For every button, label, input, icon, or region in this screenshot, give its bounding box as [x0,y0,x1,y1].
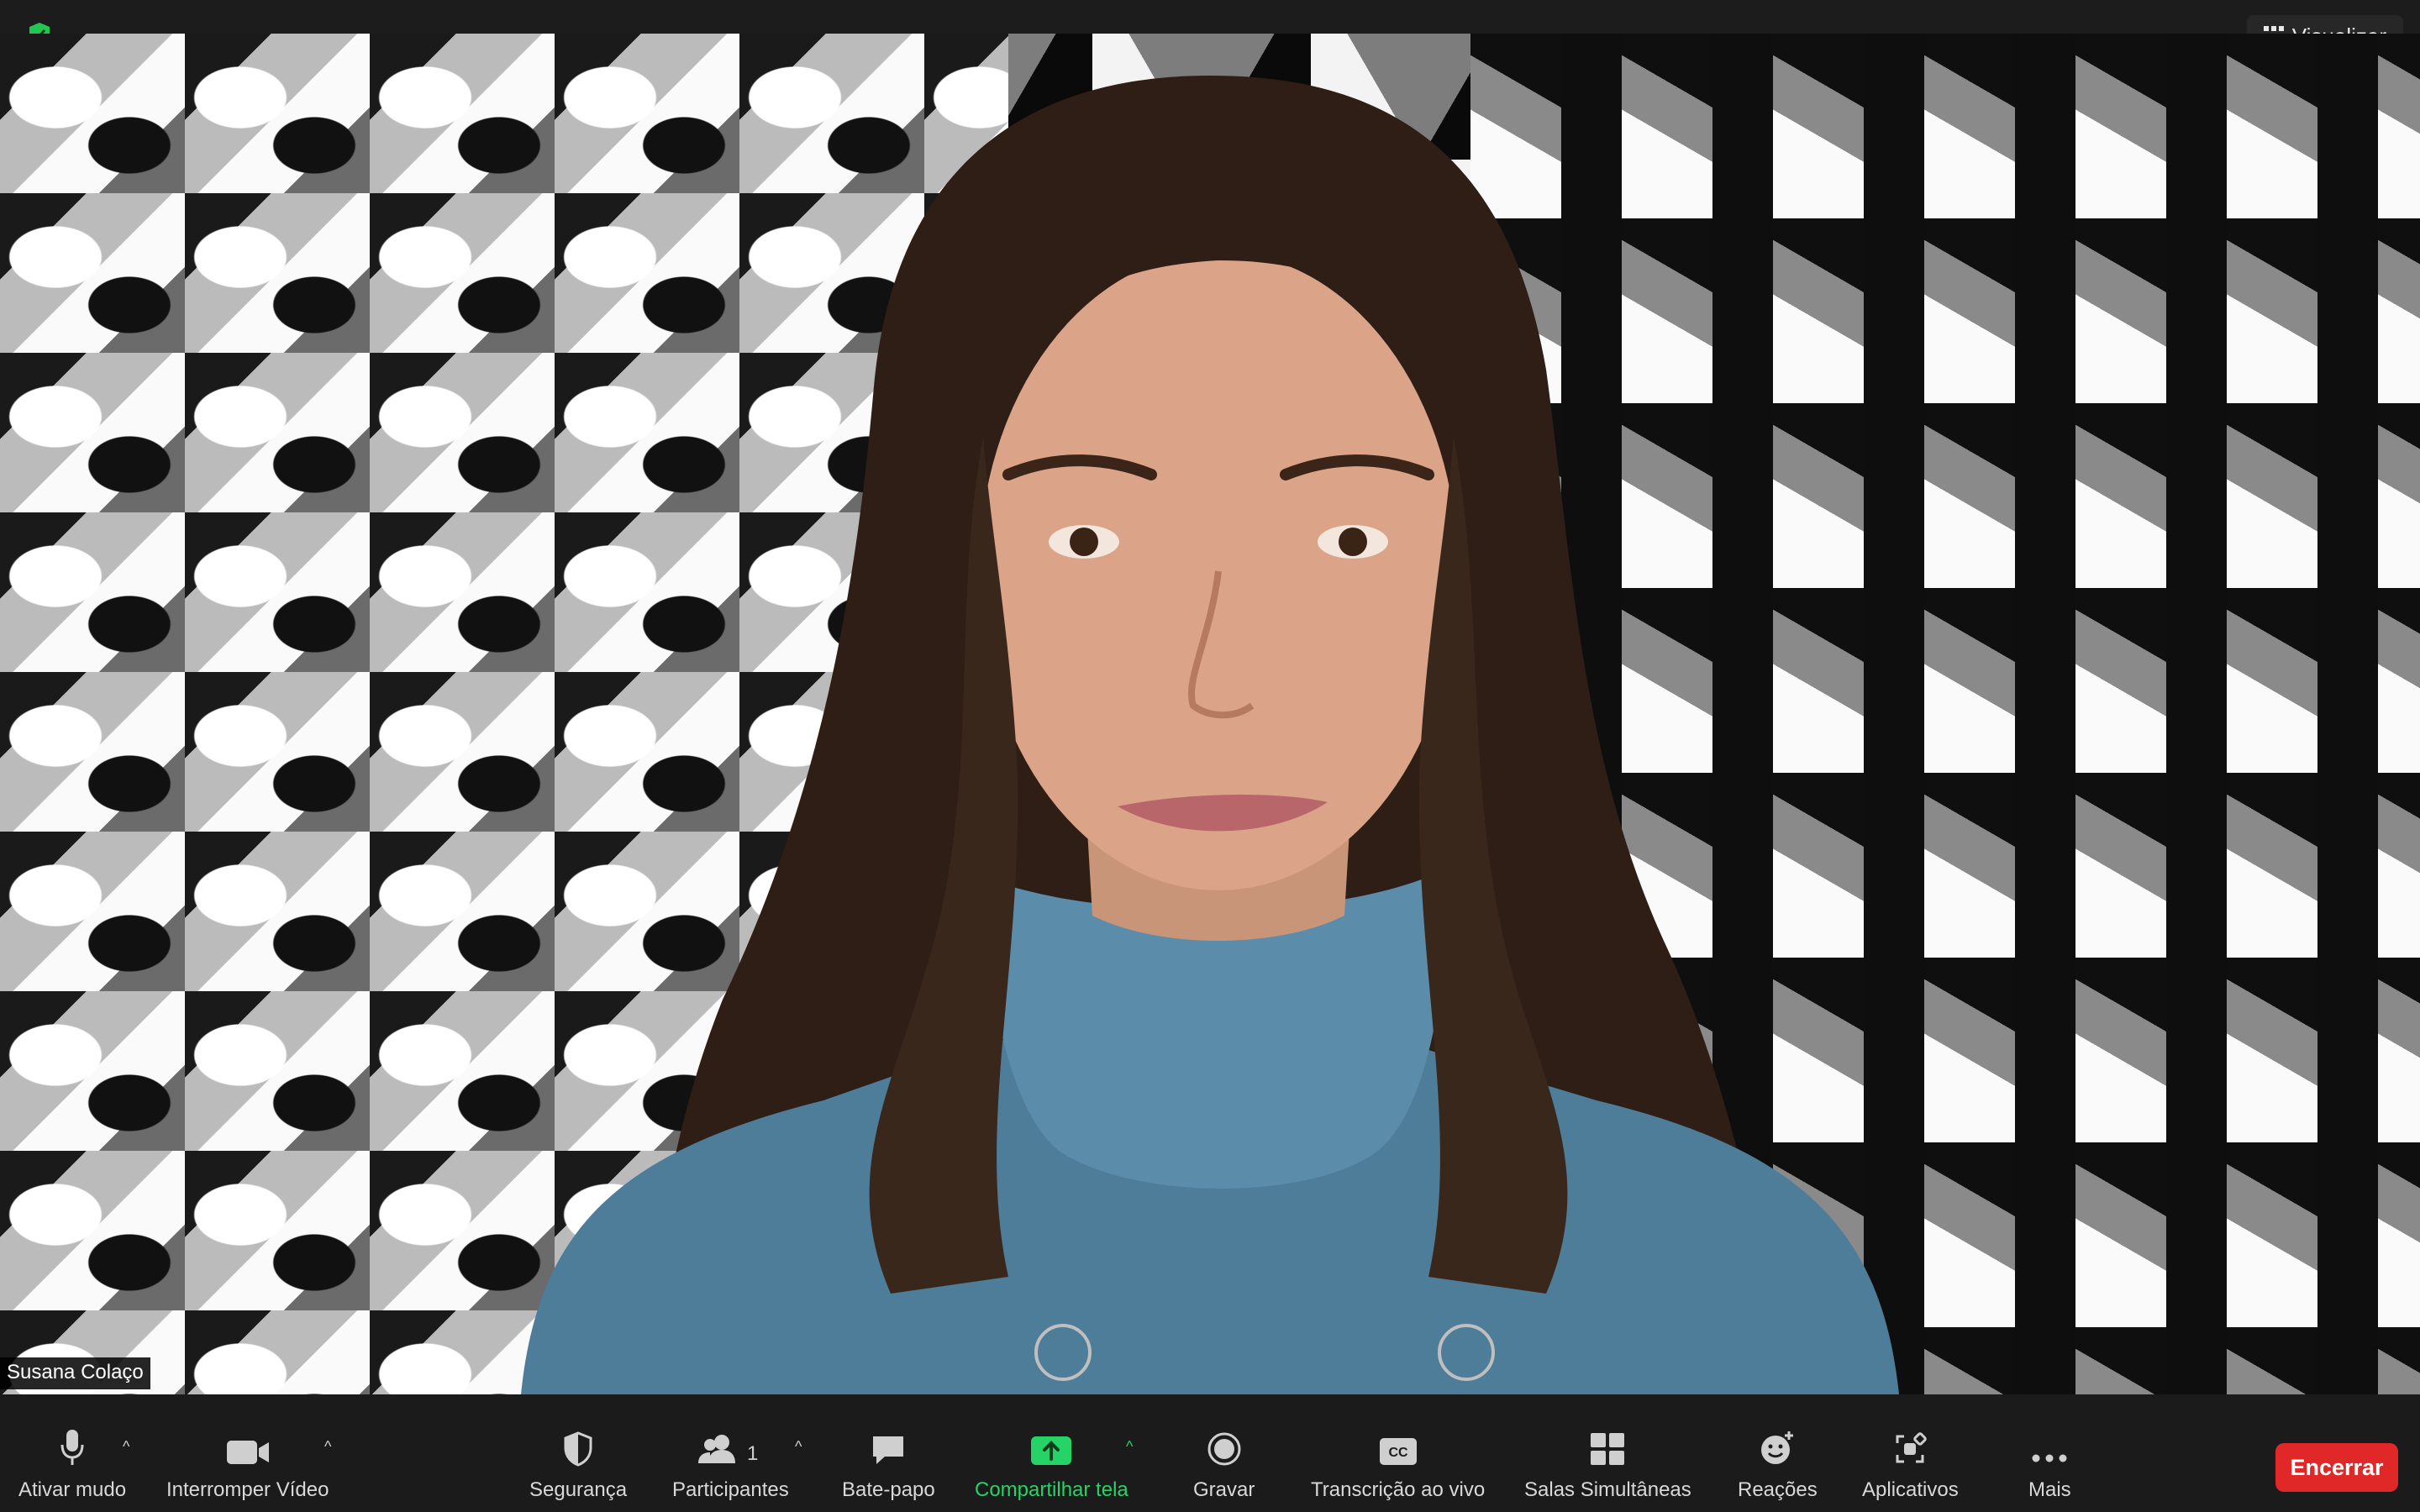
smiley-reaction-icon [1759,1426,1796,1467]
security-label: Segurança [529,1478,628,1501]
end-meeting-button[interactable]: Encerrar [2275,1443,2398,1492]
security-shield-icon [563,1426,593,1467]
participants-label: Participantes [672,1478,789,1501]
participant-video[interactable] [0,34,2420,1394]
apps-button[interactable]: Aplicativos [1862,1426,1959,1504]
apps-icon [1892,1426,1928,1467]
top-bar: Visualizar [0,0,2420,57]
share-screen-arrow-icon [1029,1426,1073,1467]
chat-bubble-icon [870,1426,907,1467]
participants-count: 1 [747,1442,758,1465]
zoom-meeting-window: Visualizar [0,0,2420,1512]
reactions-button[interactable]: Reações [1738,1426,1818,1504]
audio-options-chevron-up-icon[interactable]: ^ [123,1438,129,1456]
video-camera-icon [225,1426,271,1467]
closed-captions-icon: CC [1378,1426,1418,1467]
more-label: Mais [2028,1478,2071,1501]
participants-button[interactable]: 1 Participantes [672,1426,789,1504]
meeting-toolbar: Ativar mudo ^ Interromper Vídeo ^ Segura… [0,1394,2420,1512]
record-button[interactable]: Gravar [1193,1426,1255,1504]
more-dots-icon [2030,1426,2069,1467]
participants-options-chevron-up-icon[interactable]: ^ [795,1438,802,1456]
share-options-chevron-up-icon[interactable]: ^ [1126,1438,1133,1456]
breakout-rooms-grid-icon [1589,1426,1626,1467]
share-screen-label: Compartilhar tela [975,1478,1128,1501]
breakout-rooms-button[interactable]: Salas Simultâneas [1524,1426,1691,1504]
video-options-chevron-up-icon[interactable]: ^ [324,1438,331,1456]
breakout-rooms-label: Salas Simultâneas [1524,1478,1691,1501]
stop-video-button[interactable]: Interromper Vídeo [166,1426,329,1504]
live-transcription-label: Transcrição ao vivo [1311,1478,1486,1501]
mute-label: Ativar mudo [18,1478,127,1501]
live-transcription-button[interactable]: CC Transcrição ao vivo [1311,1426,1485,1504]
participants-icon: 1 [697,1426,764,1467]
participant-person-image [521,76,1899,1394]
apps-label: Aplicativos [1862,1478,1959,1501]
share-screen-button[interactable]: Compartilhar tela [975,1426,1128,1504]
security-button[interactable]: Segurança [529,1426,627,1504]
participant-name-tag: Susana Colaço [0,1357,150,1389]
microphone-icon [60,1426,85,1467]
svg-text:CC: CC [1388,1446,1408,1460]
chat-label: Bate-papo [842,1478,935,1501]
record-label: Gravar [1193,1478,1255,1501]
reactions-label: Reações [1738,1478,1818,1501]
more-button[interactable]: Mais [2028,1426,2071,1504]
stop-video-label: Interromper Vídeo [166,1478,329,1501]
mute-button[interactable]: Ativar mudo [18,1426,126,1504]
chat-button[interactable]: Bate-papo [842,1426,935,1504]
record-icon [1207,1426,1242,1467]
